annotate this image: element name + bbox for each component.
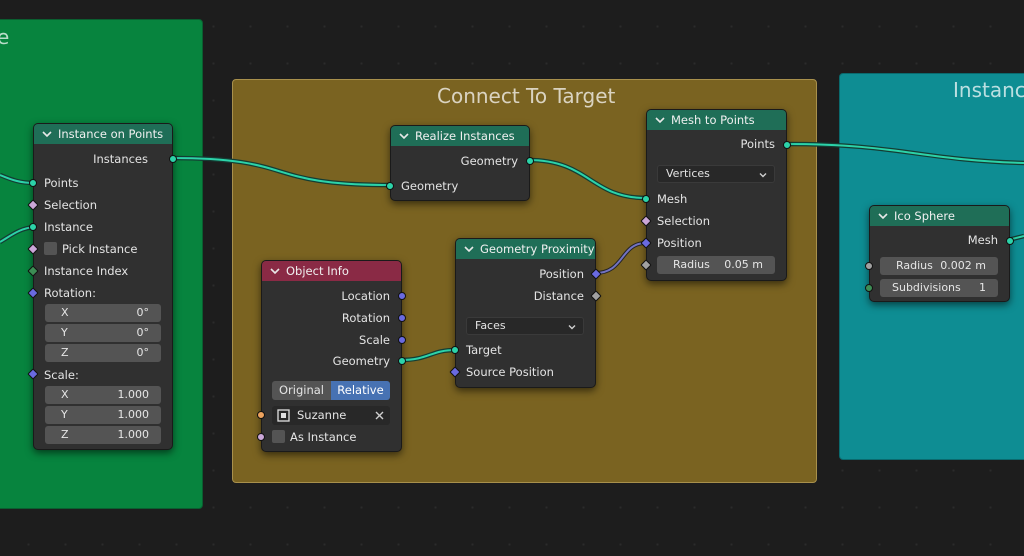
radius-field[interactable]: Radius 0.05 m [657,256,775,274]
output-rotation-label: Rotation [341,311,390,325]
output-instances-socket[interactable] [169,155,177,163]
node-title: Ico Sphere [894,209,955,223]
node-header[interactable]: Mesh to Points [647,110,786,130]
node-header[interactable]: Realize Instances [391,126,529,146]
node-title: Instance on Points [58,127,164,141]
node-header[interactable]: Instance on Points [34,124,172,144]
output-scale-label: Scale [359,333,390,347]
node-realize-instances[interactable]: Realize Instances Geometry Geometry [386,125,534,201]
toggle-original-button[interactable]: Original [272,381,331,400]
radius-field[interactable]: Radius 0.002 m [880,257,998,275]
output-location-socket[interactable] [398,292,406,300]
output-position-label: Position [539,267,584,281]
output-geometry-socket[interactable] [526,157,534,165]
node-title: Geometry Proximity [480,242,595,256]
input-target-label: Target [466,343,502,357]
object-name: Suzanne [297,408,347,422]
input-points-label: Points [44,176,79,190]
input-geometry-socket[interactable] [386,182,394,190]
node-title: Realize Instances [415,129,515,143]
mesh-to-points-mode-value: Vertices [666,167,710,180]
rotation-x-field[interactable]: X 0° [45,304,161,322]
input-rotation-label: Rotation: [44,286,96,300]
node-header[interactable]: Ico Sphere [870,206,1009,226]
input-source-position-label: Source Position [466,365,554,379]
input-as-instance-socket[interactable] [257,433,265,441]
node-geometry-proximity[interactable]: Geometry Proximity Position Distance Fac… [449,238,602,388]
object-selector[interactable]: Suzanne [272,406,390,425]
output-rotation-socket[interactable] [398,314,406,322]
input-points-socket[interactable] [29,179,37,187]
chevron-down-icon[interactable] [877,210,889,222]
chevron-down-icon[interactable] [654,114,666,126]
input-as-instance-label: As Instance [290,430,357,444]
node-mesh-to-points[interactable]: Mesh to Points Points Vertices Mesh Sele… [640,109,791,281]
scale-y-field[interactable]: Y 1.000 [45,406,161,424]
input-mesh-label: Mesh [657,192,688,206]
input-instance-index-label: Instance Index [44,264,129,278]
node-header[interactable]: Geometry Proximity [456,239,595,259]
scale-z-field[interactable]: Z 1.000 [45,426,161,444]
transform-space-toggle: Original Relative [272,381,390,400]
node-title: Mesh to Points [671,113,755,127]
chevron-down-icon[interactable] [269,265,281,277]
input-scale-label: Scale: [44,368,79,382]
input-selection-label: Selection [657,214,710,228]
link-instances-to-realize [171,157,391,186]
output-location-label: Location [341,289,390,303]
input-geometry-label: Geometry [401,179,459,193]
input-selection-label: Selection [44,198,97,212]
output-instances-label: Instances [93,152,148,166]
input-instance-label: Instance [44,220,93,234]
output-mesh-socket[interactable] [1006,237,1014,245]
chevron-down-icon [759,173,767,178]
subdivisions-field[interactable]: Subdivisions 1 [880,279,998,297]
node-ico-sphere[interactable]: Ico Sphere Mesh Radius 0.002 m Subdivisi… [865,205,1014,302]
output-points-socket[interactable] [783,141,791,149]
input-position-label: Position [657,236,702,250]
output-distance-label: Distance [533,289,584,303]
output-geometry-label: Geometry [332,354,390,368]
output-scale-socket[interactable] [398,336,406,344]
input-object-socket[interactable] [257,411,265,419]
node-instance-on-points[interactable]: Instance on Points Instances Points Sele… [27,123,177,450]
mesh-to-points-mode-dropdown[interactable]: Vertices [657,165,775,183]
rotation-y-field[interactable]: Y 0° [45,324,161,342]
node-header[interactable]: Object Info [262,261,401,281]
input-target-socket[interactable] [451,346,459,354]
scale-x-field[interactable]: X 1.000 [45,386,161,404]
node-title: Object Info [286,264,349,278]
output-geometry-label: Geometry [460,154,518,168]
input-mesh-socket[interactable] [642,195,650,203]
chevron-down-icon[interactable] [398,130,410,142]
input-instance-socket[interactable] [29,223,37,231]
input-pick-instance-label: Pick Instance [62,242,138,256]
object-icon [277,409,290,422]
node-object-info[interactable]: Object Info Location Rotation Scale Geom… [257,260,406,452]
proximity-mode-dropdown[interactable]: Faces [466,317,584,335]
chevron-down-icon[interactable] [463,243,475,255]
input-radius-socket[interactable] [865,262,873,270]
output-points-label: Points [740,137,775,151]
chevron-down-icon [568,325,576,330]
toggle-relative-button[interactable]: Relative [331,381,390,400]
input-subdivisions-socket[interactable] [865,284,873,292]
rotation-z-field[interactable]: Z 0° [45,344,161,362]
chevron-down-icon[interactable] [41,128,53,140]
proximity-mode-value: Faces [475,319,506,332]
pick-instance-checkbox[interactable] [44,242,57,255]
output-geometry-socket[interactable] [398,357,406,365]
output-mesh-label: Mesh [967,233,998,247]
as-instance-checkbox[interactable] [272,430,285,443]
clear-icon[interactable] [375,411,384,420]
